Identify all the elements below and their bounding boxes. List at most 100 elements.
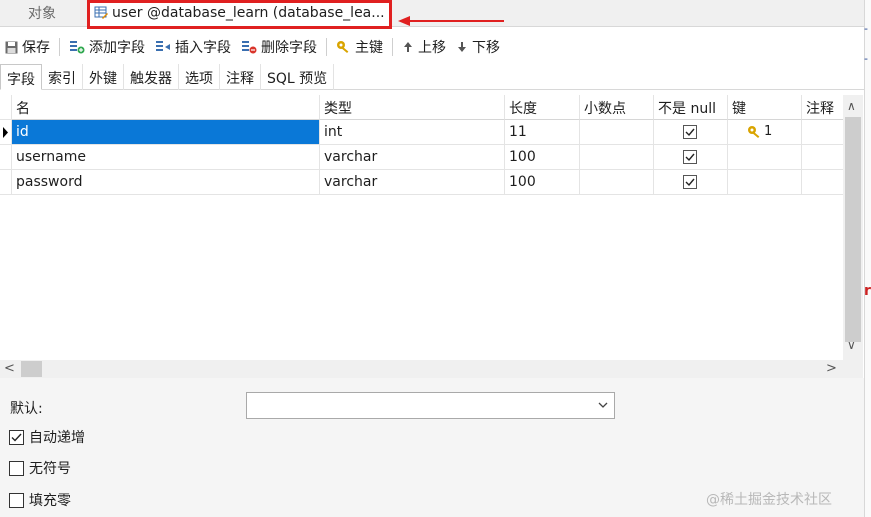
scroll-right-icon[interactable]: > xyxy=(826,361,837,376)
cell-comment[interactable] xyxy=(802,145,843,170)
design-subtabs: 字段 索引 外键 触发器 选项 注释 SQL 预览 xyxy=(0,64,864,90)
grid-horizontal-scrollbar[interactable]: < > xyxy=(0,360,843,378)
subtab-triggers[interactable]: 触发器 xyxy=(124,64,179,90)
arrow-up-icon xyxy=(404,42,412,52)
delete-field-button[interactable]: 删除字段 xyxy=(236,35,322,59)
row-indicator xyxy=(0,170,12,195)
vertical-scroll-thumb[interactable] xyxy=(845,117,861,342)
header-decimal[interactable]: 小数点 xyxy=(580,95,654,120)
add-field-icon xyxy=(70,41,85,54)
unsigned-label: 无符号 xyxy=(29,461,71,477)
subtab-sql-preview[interactable]: SQL 预览 xyxy=(261,64,335,90)
cell-key[interactable] xyxy=(728,145,802,170)
cell-length[interactable]: 100 xyxy=(505,170,580,195)
checkmark-icon xyxy=(11,433,22,442)
header-comment[interactable]: 注释 xyxy=(802,95,843,120)
add-field-button[interactable]: 添加字段 xyxy=(64,35,150,59)
move-down-button[interactable]: 下移 xyxy=(451,35,505,59)
cell-type[interactable]: varchar xyxy=(320,145,505,170)
subtab-indexes[interactable]: 索引 xyxy=(42,64,83,90)
tab-table-design-label: user @database_learn (database_lea... xyxy=(112,5,385,21)
grid-vertical-scrollbar[interactable]: ∧ ∨ xyxy=(843,95,863,360)
horizontal-scroll-thumb[interactable] xyxy=(21,361,42,377)
unsigned-option[interactable]: 无符号 xyxy=(9,458,71,478)
cell-comment[interactable] xyxy=(802,170,843,195)
toolbar-separator xyxy=(59,38,60,56)
cell-length[interactable]: 100 xyxy=(505,145,580,170)
cell-decimal[interactable] xyxy=(580,145,654,170)
default-value-select[interactable] xyxy=(246,392,615,419)
cell-length[interactable]: 11 xyxy=(505,120,580,145)
header-length[interactable]: 长度 xyxy=(505,95,580,120)
row-indicator xyxy=(0,145,12,170)
primary-key-button[interactable]: 主键 xyxy=(331,35,388,59)
cell-key[interactable] xyxy=(728,170,802,195)
subtab-options[interactable]: 选项 xyxy=(179,64,220,90)
toolbar-separator xyxy=(326,38,327,56)
delete-field-label: 删除字段 xyxy=(261,40,317,56)
annotation-arrow-icon xyxy=(398,16,504,26)
cell-comment[interactable] xyxy=(802,120,843,145)
table-row[interactable]: username varchar 100 xyxy=(0,145,843,170)
scroll-down-icon[interactable]: ∨ xyxy=(847,338,856,352)
zerofill-option[interactable]: 填充零 xyxy=(9,490,71,510)
subtab-foreign-keys[interactable]: 外键 xyxy=(83,64,124,90)
insert-field-label: 插入字段 xyxy=(175,40,231,56)
checkmark-icon xyxy=(685,128,695,137)
cell-name[interactable]: username xyxy=(12,145,320,170)
toolbar: 保存 添加字段 插入字段 删除字段 主键 上移 下移 xyxy=(0,34,864,60)
adjacent-window-mark: - xyxy=(864,22,868,35)
toolbar-separator xyxy=(392,38,393,56)
cell-type[interactable]: varchar xyxy=(320,170,505,195)
cell-type[interactable]: int xyxy=(320,120,505,145)
header-type[interactable]: 类型 xyxy=(320,95,505,120)
zerofill-checkbox[interactable] xyxy=(9,492,24,508)
tab-table-design[interactable]: user @database_learn (database_lea... xyxy=(87,0,392,29)
unsigned-checkbox[interactable] xyxy=(9,460,24,476)
table-row[interactable]: id int 11 1 xyxy=(0,120,843,145)
auto-increment-option[interactable]: 自动递增 xyxy=(9,427,85,447)
cell-not-null[interactable] xyxy=(654,170,728,195)
subtab-fields[interactable]: 字段 xyxy=(0,64,42,90)
fields-grid: 名 类型 长度 小数点 不是 null 键 注释 id int 11 1 use… xyxy=(0,95,843,360)
watermark: @稀土掘金技术社区 xyxy=(706,492,832,508)
grid-header-row: 名 类型 长度 小数点 不是 null 键 注释 xyxy=(0,95,843,120)
table-row[interactable]: password varchar 100 xyxy=(0,170,843,195)
arrow-down-icon xyxy=(458,42,466,52)
cell-decimal[interactable] xyxy=(580,170,654,195)
auto-increment-label: 自动递增 xyxy=(29,430,85,446)
cell-decimal[interactable] xyxy=(580,120,654,145)
header-not-null[interactable]: 不是 null xyxy=(654,95,728,120)
auto-increment-checkbox[interactable] xyxy=(9,429,24,445)
cell-key[interactable]: 1 xyxy=(728,120,802,145)
cell-not-null[interactable] xyxy=(654,120,728,145)
scroll-corner xyxy=(843,360,863,378)
checkmark-icon xyxy=(685,153,695,162)
tab-objects[interactable]: 对象 xyxy=(28,3,56,23)
not-null-checkbox[interactable] xyxy=(683,175,697,189)
adjacent-window-mark: - xyxy=(864,52,868,65)
insert-field-icon xyxy=(156,41,170,51)
key-icon xyxy=(337,41,349,54)
not-null-checkbox[interactable] xyxy=(683,125,697,139)
not-null-checkbox[interactable] xyxy=(683,150,697,164)
subtab-comment[interactable]: 注释 xyxy=(220,64,261,90)
current-row-indicator xyxy=(0,120,12,145)
delete-field-icon xyxy=(242,41,257,54)
header-indicator xyxy=(0,95,12,120)
save-icon xyxy=(5,41,18,53)
add-field-label: 添加字段 xyxy=(89,40,145,56)
move-up-button[interactable]: 上移 xyxy=(397,35,451,59)
save-button[interactable]: 保存 xyxy=(0,35,55,59)
scroll-up-icon[interactable]: ∧ xyxy=(847,99,856,113)
cell-name[interactable]: id xyxy=(12,120,320,145)
save-label: 保存 xyxy=(22,40,50,56)
zerofill-label: 填充零 xyxy=(29,493,71,509)
insert-field-button[interactable]: 插入字段 xyxy=(150,35,236,59)
header-key[interactable]: 键 xyxy=(728,95,802,120)
cell-not-null[interactable] xyxy=(654,145,728,170)
scroll-left-icon[interactable]: < xyxy=(4,361,15,376)
row-pointer-icon xyxy=(3,127,8,138)
header-name[interactable]: 名 xyxy=(12,95,320,120)
cell-name[interactable]: password xyxy=(12,170,320,195)
